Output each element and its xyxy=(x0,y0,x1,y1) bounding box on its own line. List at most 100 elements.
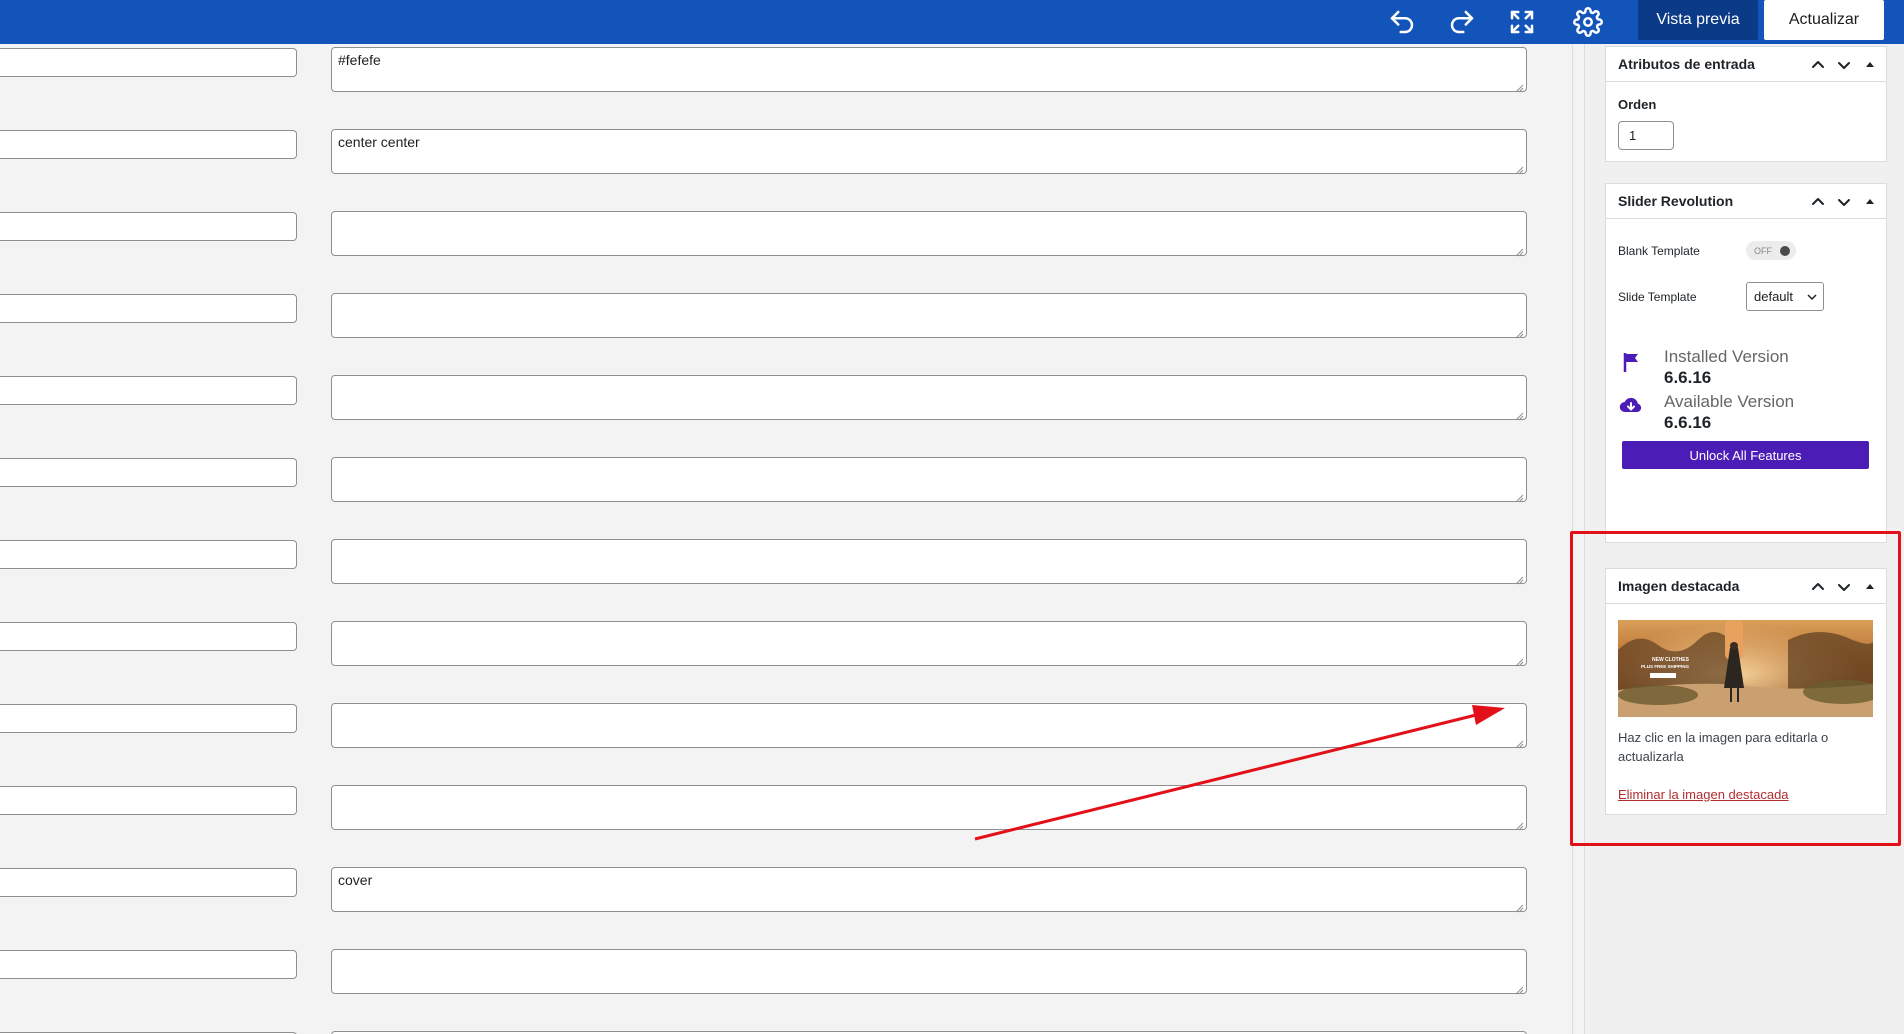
field-row xyxy=(0,949,1540,995)
panel-title: Slider Revolution xyxy=(1618,193,1734,209)
collapse-triangle-icon[interactable] xyxy=(1860,55,1880,75)
field-row xyxy=(0,457,1540,503)
chevron-up-icon[interactable] xyxy=(1808,55,1828,75)
panel-title: Imagen destacada xyxy=(1618,578,1740,594)
toggle-state-text: OFF xyxy=(1754,245,1772,256)
blank-template-label: Blank Template xyxy=(1618,244,1700,258)
field-key-input[interactable] xyxy=(0,130,297,159)
collapse-triangle-icon[interactable] xyxy=(1860,192,1880,212)
resize-grip-icon[interactable] xyxy=(1515,326,1524,339)
available-version-label: Available Version xyxy=(1664,392,1795,411)
field-value-textarea[interactable]: #fefefe xyxy=(331,47,1527,93)
field-key-input[interactable] xyxy=(0,950,297,979)
slider-revolution-header[interactable]: Slider Revolution xyxy=(1606,184,1886,219)
fullscreen-icon[interactable] xyxy=(1500,0,1544,44)
chevron-up-icon[interactable] xyxy=(1808,577,1828,597)
collapse-triangle-icon[interactable] xyxy=(1860,577,1880,597)
redo-icon[interactable] xyxy=(1440,0,1484,44)
field-value-textarea[interactable] xyxy=(331,949,1527,995)
cloud-download-icon xyxy=(1619,397,1642,413)
resize-grip-icon[interactable] xyxy=(1515,80,1524,93)
field-key-input[interactable] xyxy=(0,540,297,569)
resize-grip-icon[interactable] xyxy=(1515,162,1524,175)
editor-top-bar: Vista previa Actualizar xyxy=(0,0,1904,44)
order-input[interactable]: 1 xyxy=(1618,121,1674,150)
settings-sidebar: Atributos de entrada Orden 1 Slider Revo… xyxy=(1584,44,1904,1034)
field-key-input[interactable] xyxy=(0,458,297,487)
content-divider xyxy=(1572,44,1573,1034)
undo-icon[interactable] xyxy=(1380,0,1424,44)
field-row xyxy=(0,293,1540,339)
resize-grip-icon[interactable] xyxy=(1515,408,1524,421)
panel-title: Atributos de entrada xyxy=(1618,56,1755,72)
page-attributes-header[interactable]: Atributos de entrada xyxy=(1606,47,1886,82)
field-key-input[interactable] xyxy=(0,376,297,405)
field-key-input[interactable] xyxy=(0,868,297,897)
field-value-textarea[interactable] xyxy=(331,703,1527,749)
field-row: cover xyxy=(0,867,1540,913)
field-value-textarea[interactable] xyxy=(331,621,1527,667)
slide-template-label: Slide Template xyxy=(1618,290,1697,304)
field-key-input[interactable] xyxy=(0,622,297,651)
resize-grip-icon[interactable] xyxy=(1515,244,1524,257)
field-value-text: #fefefe xyxy=(338,52,381,68)
field-value-textarea[interactable] xyxy=(331,293,1527,339)
available-version-value: 6.6.16 xyxy=(1664,413,1712,432)
update-button[interactable]: Actualizar xyxy=(1764,0,1884,40)
field-key-input[interactable] xyxy=(0,294,297,323)
order-label: Orden xyxy=(1618,97,1657,112)
field-value-text: cover xyxy=(338,872,373,888)
resize-grip-icon[interactable] xyxy=(1515,736,1524,749)
field-row: #fefefe xyxy=(0,47,1540,93)
field-row xyxy=(0,539,1540,585)
field-value-textarea[interactable] xyxy=(331,539,1527,585)
chevron-down-icon[interactable] xyxy=(1834,55,1854,75)
resize-grip-icon[interactable] xyxy=(1515,654,1524,667)
image-headline: NEW CLOTHES xyxy=(1652,657,1690,663)
installed-version-value: 6.6.16 xyxy=(1664,368,1712,387)
featured-image-panel: Imagen destacada NEW CLOTHES PLUS FREE S… xyxy=(1605,568,1887,815)
chevron-up-icon[interactable] xyxy=(1808,192,1828,212)
field-value-textarea[interactable] xyxy=(331,457,1527,503)
field-row xyxy=(0,621,1540,667)
field-key-input[interactable] xyxy=(0,212,297,241)
flag-icon xyxy=(1623,353,1638,372)
field-row xyxy=(0,703,1540,749)
resize-grip-icon[interactable] xyxy=(1515,982,1524,995)
select-value: default xyxy=(1754,289,1794,304)
unlock-all-features-button[interactable]: Unlock All Features xyxy=(1622,441,1869,469)
featured-image-header[interactable]: Imagen destacada xyxy=(1606,569,1886,604)
image-subheadline: PLUS FREE SHIPPING xyxy=(1641,664,1690,669)
chevron-down-icon[interactable] xyxy=(1834,577,1854,597)
gear-icon[interactable] xyxy=(1566,0,1610,44)
page-attributes-panel: Atributos de entrada Orden 1 xyxy=(1605,46,1887,162)
remove-featured-image-link[interactable]: Eliminar la imagen destacada xyxy=(1618,787,1789,802)
resize-grip-icon[interactable] xyxy=(1515,900,1524,913)
field-value-textarea[interactable] xyxy=(331,785,1527,831)
installed-version-label: Installed Version xyxy=(1664,347,1789,366)
slide-template-select[interactable]: default xyxy=(1746,282,1824,311)
preview-button[interactable]: Vista previa xyxy=(1638,0,1758,40)
field-key-input[interactable] xyxy=(0,48,297,77)
featured-image-thumbnail[interactable]: NEW CLOTHES PLUS FREE SHIPPING xyxy=(1618,620,1873,717)
field-value-textarea[interactable] xyxy=(331,375,1527,421)
field-value-textarea[interactable] xyxy=(331,211,1527,257)
field-key-input[interactable] xyxy=(0,704,297,733)
field-value-textarea[interactable]: cover xyxy=(331,867,1527,913)
field-row xyxy=(0,211,1540,257)
chevron-down-icon xyxy=(1807,294,1817,301)
field-value-text: center center xyxy=(338,134,420,150)
field-row: center center xyxy=(0,129,1540,175)
field-row xyxy=(0,375,1540,421)
field-row xyxy=(0,785,1540,831)
resize-grip-icon[interactable] xyxy=(1515,818,1524,831)
resize-grip-icon[interactable] xyxy=(1515,490,1524,503)
custom-fields-area: #fefefe center center cover xyxy=(0,44,1572,1034)
resize-grip-icon[interactable] xyxy=(1515,572,1524,585)
blank-template-toggle[interactable]: OFF xyxy=(1746,241,1796,260)
toggle-knob xyxy=(1780,246,1790,256)
field-value-textarea[interactable]: center center xyxy=(331,129,1527,175)
chevron-down-icon[interactable] xyxy=(1834,192,1854,212)
field-key-input[interactable] xyxy=(0,786,297,815)
slider-revolution-panel: Slider Revolution Blank Template OFF Sli… xyxy=(1605,183,1887,543)
